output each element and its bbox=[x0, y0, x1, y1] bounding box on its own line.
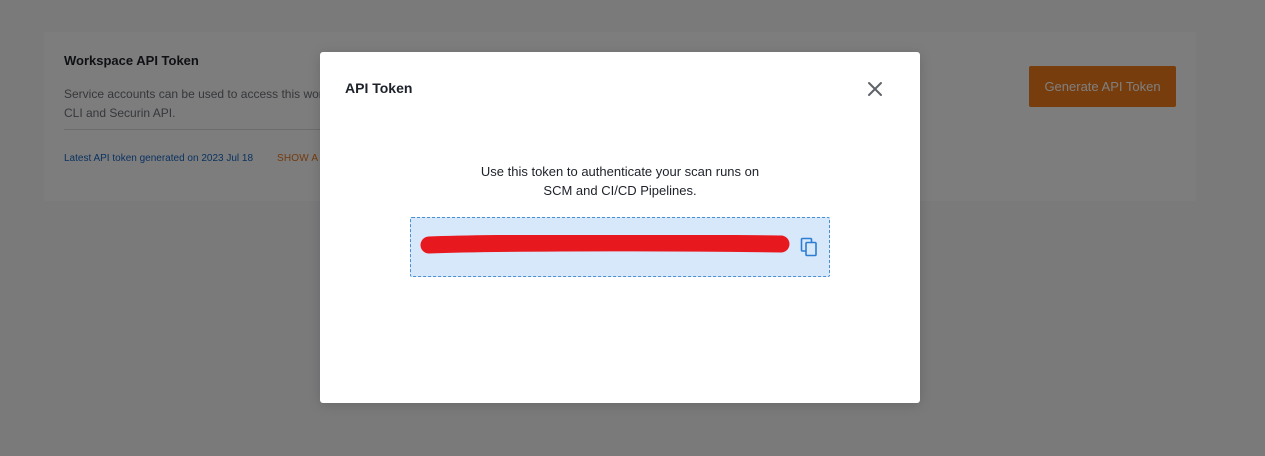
copy-icon bbox=[800, 237, 817, 257]
message-line-2: SCM and CI/CD Pipelines. bbox=[543, 183, 697, 198]
api-token-box bbox=[410, 217, 830, 277]
message-line-1: Use this token to authenticate your scan… bbox=[480, 164, 760, 179]
modal-title: API Token bbox=[345, 80, 413, 96]
close-icon bbox=[868, 82, 882, 96]
modal-message: Use this token to authenticate your scan… bbox=[420, 162, 820, 200]
close-button[interactable] bbox=[860, 74, 890, 104]
redaction-mark bbox=[420, 235, 790, 254]
redacted-token-value bbox=[419, 235, 791, 255]
api-token-modal: API Token Use this token to authenticate… bbox=[320, 52, 920, 403]
copy-token-button[interactable] bbox=[798, 236, 820, 258]
